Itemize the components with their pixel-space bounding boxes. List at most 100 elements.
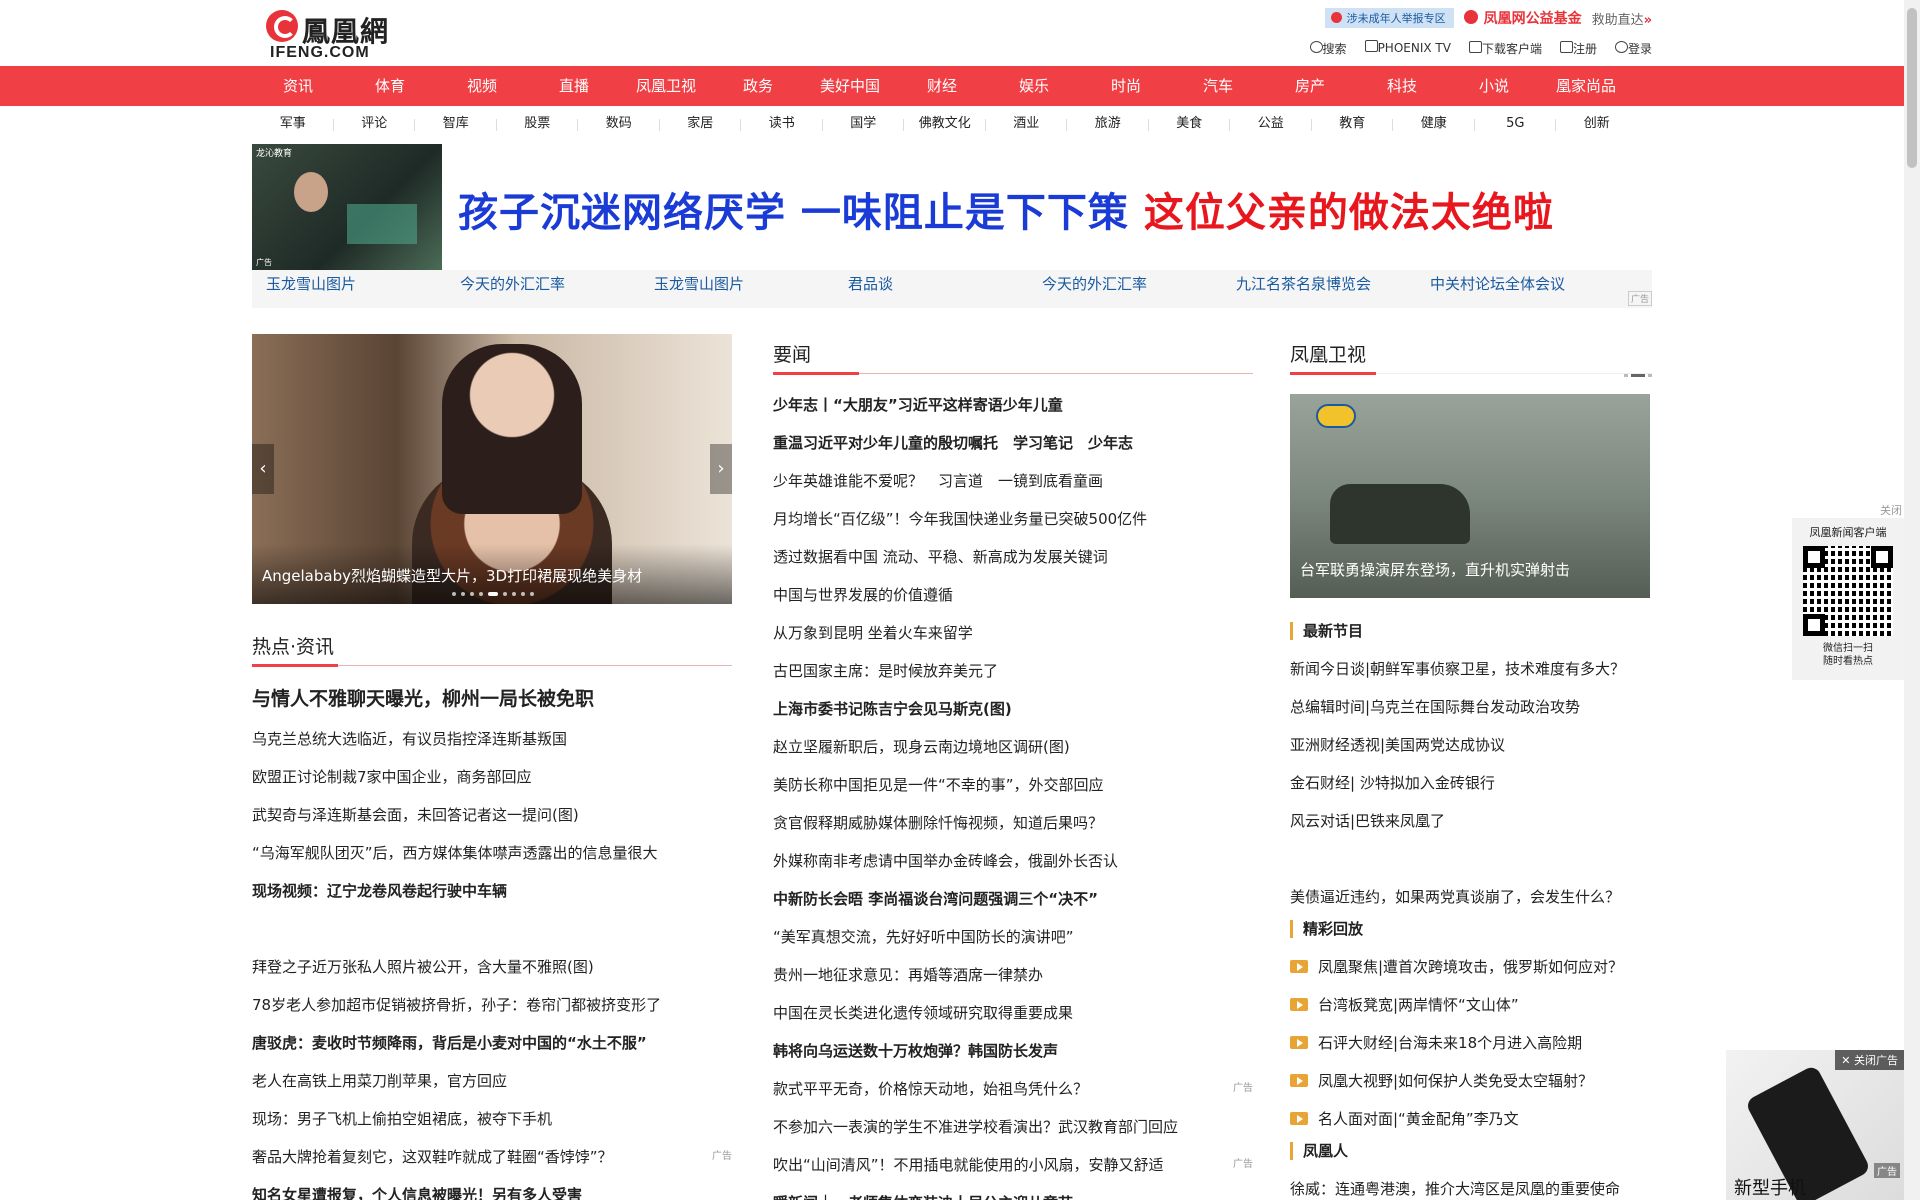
news-item[interactable]: 与情人不雅聊天曝光，柳州一局长被免职: [252, 676, 732, 720]
rescue-link[interactable]: 救助直达»: [1592, 9, 1652, 28]
news-item[interactable]: 外媒称南非考虑请中国举办金砖峰会，俄副外长否认: [773, 842, 1253, 880]
news-item[interactable]: 中国与世界发展的价值遵循: [773, 576, 1253, 614]
ad-link[interactable]: 君品谈: [834, 270, 1028, 308]
news-item[interactable]: 美防长称中国拒见是一件“不幸的事”，外交部回应: [773, 766, 1253, 804]
subnav-item[interactable]: 国学: [823, 110, 905, 138]
subnav-item[interactable]: 创新: [1556, 110, 1638, 138]
news-item[interactable]: 拜登之子近万张私人照片被公开，含大量不雅照(图): [252, 948, 732, 986]
news-item[interactable]: 唐驳虎：麦收时节频降雨，背后是小麦对中国的“水土不服”: [252, 1024, 732, 1062]
program-item[interactable]: 风云对话|巴铁来凤凰了: [1290, 802, 1652, 840]
news-item[interactable]: 中新防长会晤 李尚福谈台湾问题强调三个“决不”: [773, 880, 1253, 918]
news-item[interactable]: 少年志丨“大朋友”习近平这样寄语少年儿童: [773, 386, 1253, 424]
news-item[interactable]: 少年英雄谁能不爱呢？ 习言道 一镜到底看童画: [773, 462, 1253, 500]
minor-report-link[interactable]: 涉未成年人举报专区: [1324, 8, 1454, 28]
tv-caption[interactable]: 台军联勇操演屏东登场，直升机实弹射击: [1300, 559, 1570, 580]
phoenix-tv-link[interactable]: PHOENIX TV: [1364, 40, 1451, 57]
download-app-link[interactable]: 下载客户端: [1468, 40, 1542, 57]
news-item[interactable]: 瞬新闻｜ 老师集体变装迪士尼公主迎儿童节: [773, 1184, 1253, 1200]
news-item[interactable]: 透过数据看中国 流动、平稳、新高成为发展关键词: [773, 538, 1253, 576]
slider-dot[interactable]: [512, 592, 516, 596]
slider-dot[interactable]: [470, 592, 474, 596]
banner-headline[interactable]: 孩子沉迷网络厌学 一味阻止是下下策 这位父亲的做法太绝啦: [458, 180, 1554, 238]
replay-item[interactable]: 凤凰大视野|如何保护人类免受太空辐射？: [1290, 1062, 1652, 1100]
program-item[interactable]: 新闻今日谈|朝鲜军事侦察卫星，技术难度有多大？: [1290, 650, 1652, 688]
tv-video-image[interactable]: 台军联勇操演屏东登场，直升机实弹射击: [1290, 394, 1650, 598]
news-item[interactable]: 现场：男子飞机上偷拍空姐裙底，被夺下手机: [252, 1100, 732, 1138]
slider-dot[interactable]: [530, 592, 534, 596]
news-item[interactable]: 现场视频：辽宁龙卷风卷起行驶中车辆: [252, 872, 732, 910]
tv-dot[interactable]: [1624, 374, 1628, 377]
news-item[interactable]: 武契奇与泽连斯基会面，未回答记者这一提问(图): [252, 796, 732, 834]
subnav-item[interactable]: 智库: [415, 110, 497, 138]
subnav-item[interactable]: 军事: [252, 110, 334, 138]
nav-item[interactable]: 美好中国: [804, 66, 896, 106]
subnav-item[interactable]: 5G: [1475, 110, 1557, 138]
news-item[interactable]: “美军真想交流，先好好听中国防长的演讲吧”: [773, 918, 1253, 956]
ad-link[interactable]: 今天的外汇汇率: [446, 270, 640, 308]
news-item[interactable]: 赵立坚履新职后，现身云南边境地区调研(图): [773, 728, 1253, 766]
nav-item[interactable]: 视频: [436, 66, 528, 106]
phoenix-tv-title[interactable]: 凤凰卫视: [1290, 340, 1366, 367]
phoenix-person-item[interactable]: 徐威：连通粤港澳，推介大湾区是凤凰的重要使命: [1290, 1170, 1652, 1200]
news-item[interactable]: 从万象到昆明 坐着火车来留学: [773, 614, 1253, 652]
news-item[interactable]: 奢品大牌抢着复刻它，这双鞋咋就成了鞋圈“香饽饽”？ 广告: [252, 1138, 732, 1176]
subnav-item[interactable]: 酒业: [986, 110, 1068, 138]
slider-caption[interactable]: Angelababy烈焰蝴蝶造型大片，3D打印裙展现绝美身材: [262, 565, 642, 586]
nav-item[interactable]: 政务: [712, 66, 804, 106]
extra-item[interactable]: 美债逼近违约，如果两党真谈崩了，会发生什么？: [1290, 878, 1652, 916]
ifeng-logo[interactable]: 鳳凰網 IFENG.COM: [266, 8, 406, 61]
register-link[interactable]: 注册: [1559, 40, 1597, 57]
nav-item[interactable]: 财经: [896, 66, 988, 106]
nav-item[interactable]: 凰家尚品: [1540, 66, 1632, 106]
subnav-item[interactable]: 读书: [741, 110, 823, 138]
page-scrollbar[interactable]: [1904, 0, 1920, 1200]
subnav-item[interactable]: 旅游: [1067, 110, 1149, 138]
tv-dot[interactable]: [1648, 374, 1652, 377]
replay-item[interactable]: 台湾板凳宽|两岸情怀“文山体”: [1290, 986, 1652, 1024]
replay-item[interactable]: 石评大财经|台海未来18个月进入高险期: [1290, 1024, 1652, 1062]
news-item[interactable]: 款式平平无奇，价格惊天动地，始祖鸟凭什么？ 广告: [773, 1070, 1253, 1108]
charity-fund-link[interactable]: 凤凰网公益基金: [1463, 8, 1582, 28]
close-ad-button[interactable]: ✕ 关闭广告: [1835, 1050, 1904, 1070]
nav-item[interactable]: 科技: [1356, 66, 1448, 106]
news-item[interactable]: 老人在高铁上用菜刀削苹果，官方回应: [252, 1062, 732, 1100]
banner-ad-image[interactable]: 龙沁教育 广告: [252, 144, 442, 270]
news-item[interactable]: 重温习近平对少年儿童的殷切嘱托 学习笔记 少年志: [773, 424, 1253, 462]
subnav-item[interactable]: 家居: [660, 110, 742, 138]
slider-dot-active[interactable]: [488, 592, 498, 596]
slider-dot[interactable]: [461, 592, 465, 596]
nav-item[interactable]: 体育: [344, 66, 436, 106]
news-item[interactable]: 乌克兰总统大选临近，有议员指控泽连斯基叛国: [252, 720, 732, 758]
news-item[interactable]: 古巴国家主席：是时候放弃美元了: [773, 652, 1253, 690]
ad-link[interactable]: 九江名茶名泉博览会: [1222, 270, 1416, 308]
news-item[interactable]: 吹出“山间清风”！不用插电就能使用的小风扇，安静又舒适 广告: [773, 1146, 1253, 1184]
ad-link[interactable]: 今天的外汇汇率: [1028, 270, 1222, 308]
news-item[interactable]: 欧盟正讨论制裁7家中国企业，商务部回应: [252, 758, 732, 796]
ad-link[interactable]: 玉龙雪山图片: [252, 270, 446, 308]
scrollbar-thumb[interactable]: [1907, 8, 1917, 168]
nav-item[interactable]: 直播: [528, 66, 620, 106]
slider-dot[interactable]: [521, 592, 525, 596]
replay-item[interactable]: 凤凰聚焦|遭首次跨境攻击，俄罗斯如何应对？: [1290, 948, 1652, 986]
subnav-item[interactable]: 健康: [1393, 110, 1475, 138]
hot-news-title[interactable]: 热点·资讯: [252, 632, 334, 659]
tv-dot-active[interactable]: [1631, 374, 1645, 377]
slider-prev-button[interactable]: ‹: [252, 444, 274, 494]
subnav-item[interactable]: 美食: [1149, 110, 1231, 138]
subnav-item[interactable]: 公益: [1230, 110, 1312, 138]
news-item[interactable]: 上海市委书记陈吉宁会见马斯克(图): [773, 690, 1253, 728]
subnav-item[interactable]: 数码: [578, 110, 660, 138]
tv-slide-dots[interactable]: [1624, 374, 1652, 377]
subnav-item[interactable]: 教育: [1312, 110, 1394, 138]
subnav-item[interactable]: 评论: [334, 110, 416, 138]
news-item[interactable]: 贵州一地征求意见：再婚等酒席一律禁办: [773, 956, 1253, 994]
subnav-item[interactable]: 股票: [497, 110, 579, 138]
ad-link[interactable]: 中关村论坛全体会议: [1416, 270, 1610, 308]
news-item[interactable]: 月均增长“百亿级”！今年我国快递业务量已突破500亿件: [773, 500, 1253, 538]
program-item[interactable]: 总编辑时间|乌克兰在国际舞台发动政治攻势: [1290, 688, 1652, 726]
program-item[interactable]: 金石财经| 沙特拟加入金砖银行: [1290, 764, 1652, 802]
news-item[interactable]: 78岁老人参加超市促销被挤骨折，孙子：卷帘门都被挤变形了: [252, 986, 732, 1024]
nav-item[interactable]: 房产: [1264, 66, 1356, 106]
slider-dot[interactable]: [503, 592, 507, 596]
banner-ad[interactable]: 龙沁教育 广告 孩子沉迷网络厌学 一味阻止是下下策 这位父亲的做法太绝啦: [252, 144, 1652, 270]
